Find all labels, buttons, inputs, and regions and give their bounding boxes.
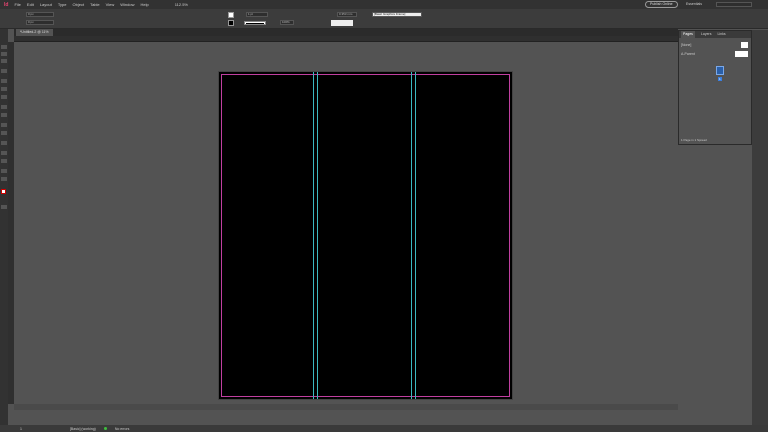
menu-edit[interactable]: Edit (27, 2, 34, 7)
gradient-tool-icon[interactable] (1, 141, 7, 145)
preflight-errors[interactable]: No errors (115, 427, 130, 431)
menu-file[interactable]: File (14, 2, 20, 7)
page-1-thumbnail[interactable] (716, 66, 724, 75)
control-panel: 0 px 0 px 1 pt 100% 0.353 mm [Basic Grap… (0, 9, 768, 29)
column-guide (411, 72, 412, 399)
tab-links[interactable]: Links (717, 31, 725, 38)
column-guide (317, 72, 318, 399)
tools-panel (0, 29, 8, 425)
menu-view[interactable]: View (106, 2, 115, 7)
type-tool-icon[interactable] (1, 69, 7, 73)
margin-guides (221, 74, 510, 397)
vertical-ruler[interactable] (8, 42, 14, 404)
line-tool-icon[interactable] (1, 79, 7, 83)
pencil-tool-icon[interactable] (1, 95, 7, 99)
stroke-weight-field[interactable]: 1 pt (246, 12, 268, 17)
screen-mode-icon[interactable] (1, 205, 7, 209)
page-number: 1 (718, 77, 722, 81)
status-bar: 1 [Basic] (working) No errors (0, 425, 768, 432)
selection-tool-icon[interactable] (1, 45, 7, 49)
fill-swatch[interactable] (228, 12, 234, 18)
column-guide (415, 72, 416, 399)
rectangle-tool-icon[interactable] (1, 113, 7, 117)
menu-window[interactable]: Window (120, 2, 134, 7)
workspace-switcher[interactable]: Essentials (686, 2, 702, 6)
pen-tool-icon[interactable] (1, 87, 7, 91)
x-field[interactable]: 0 px (26, 12, 54, 17)
horizontal-ruler[interactable] (14, 36, 678, 42)
zoom-tool-icon[interactable] (1, 177, 7, 181)
tab-layers[interactable]: Layers (701, 31, 712, 38)
menu-object[interactable]: Object (73, 2, 85, 7)
y-field[interactable]: 0 px (26, 20, 54, 25)
menu-help[interactable]: Help (140, 2, 148, 7)
rectangle-frame-tool-icon[interactable] (1, 105, 7, 109)
fill-stroke-icon[interactable] (1, 189, 6, 194)
object-style-select[interactable]: [Basic Graphics Frame] (372, 12, 422, 17)
eyedropper-tool-icon[interactable] (1, 159, 7, 163)
note-tool-icon[interactable] (1, 151, 7, 155)
document-tab[interactable]: *Untitled-2 @ 11% (16, 29, 53, 36)
stroke-swatch[interactable] (228, 20, 234, 26)
none-parent[interactable]: [None] (681, 43, 691, 47)
preflight-status-icon (103, 427, 107, 430)
opacity-field[interactable]: 100% (280, 20, 294, 25)
document-tab-bar: *Untitled-2 @ 11% (14, 29, 678, 36)
swatch-field[interactable] (331, 20, 353, 26)
app-logo: Id (4, 1, 9, 8)
a-parent-thumbnail[interactable] (735, 51, 748, 57)
horizontal-scrollbar[interactable] (14, 404, 678, 410)
scissors-tool-icon[interactable] (1, 123, 7, 127)
free-transform-tool-icon[interactable] (1, 131, 7, 135)
column-guide (313, 72, 314, 399)
collapsed-panels-dock[interactable] (752, 30, 768, 425)
gap-field[interactable]: 0.353 mm (337, 12, 357, 17)
pages-footer: 1 Page in 1 Spread (681, 138, 707, 142)
page-number-field[interactable]: 1 (20, 427, 22, 431)
zoom-level[interactable]: 112.5% (175, 2, 188, 7)
preflight-profile[interactable]: [Basic] (working) (70, 427, 96, 431)
none-parent-thumbnail[interactable] (741, 42, 748, 48)
a-parent[interactable]: A-Parent (681, 52, 695, 56)
search-input[interactable] (716, 2, 752, 7)
menu-table[interactable]: Table (90, 2, 100, 7)
stroke-type-select[interactable] (244, 21, 266, 25)
pages-panel: Pages Layers Links [None] A-Parent 1 1 P… (678, 30, 752, 145)
hand-tool-icon[interactable] (1, 169, 7, 173)
publish-online-button[interactable]: Publish Online (645, 1, 678, 8)
page-tool-icon[interactable] (1, 59, 7, 63)
direct-selection-tool-icon[interactable] (1, 52, 7, 56)
menu-layout[interactable]: Layout (40, 2, 52, 7)
document-page[interactable] (218, 71, 513, 400)
tab-pages[interactable]: Pages (681, 31, 695, 38)
menu-type[interactable]: Type (58, 2, 67, 7)
